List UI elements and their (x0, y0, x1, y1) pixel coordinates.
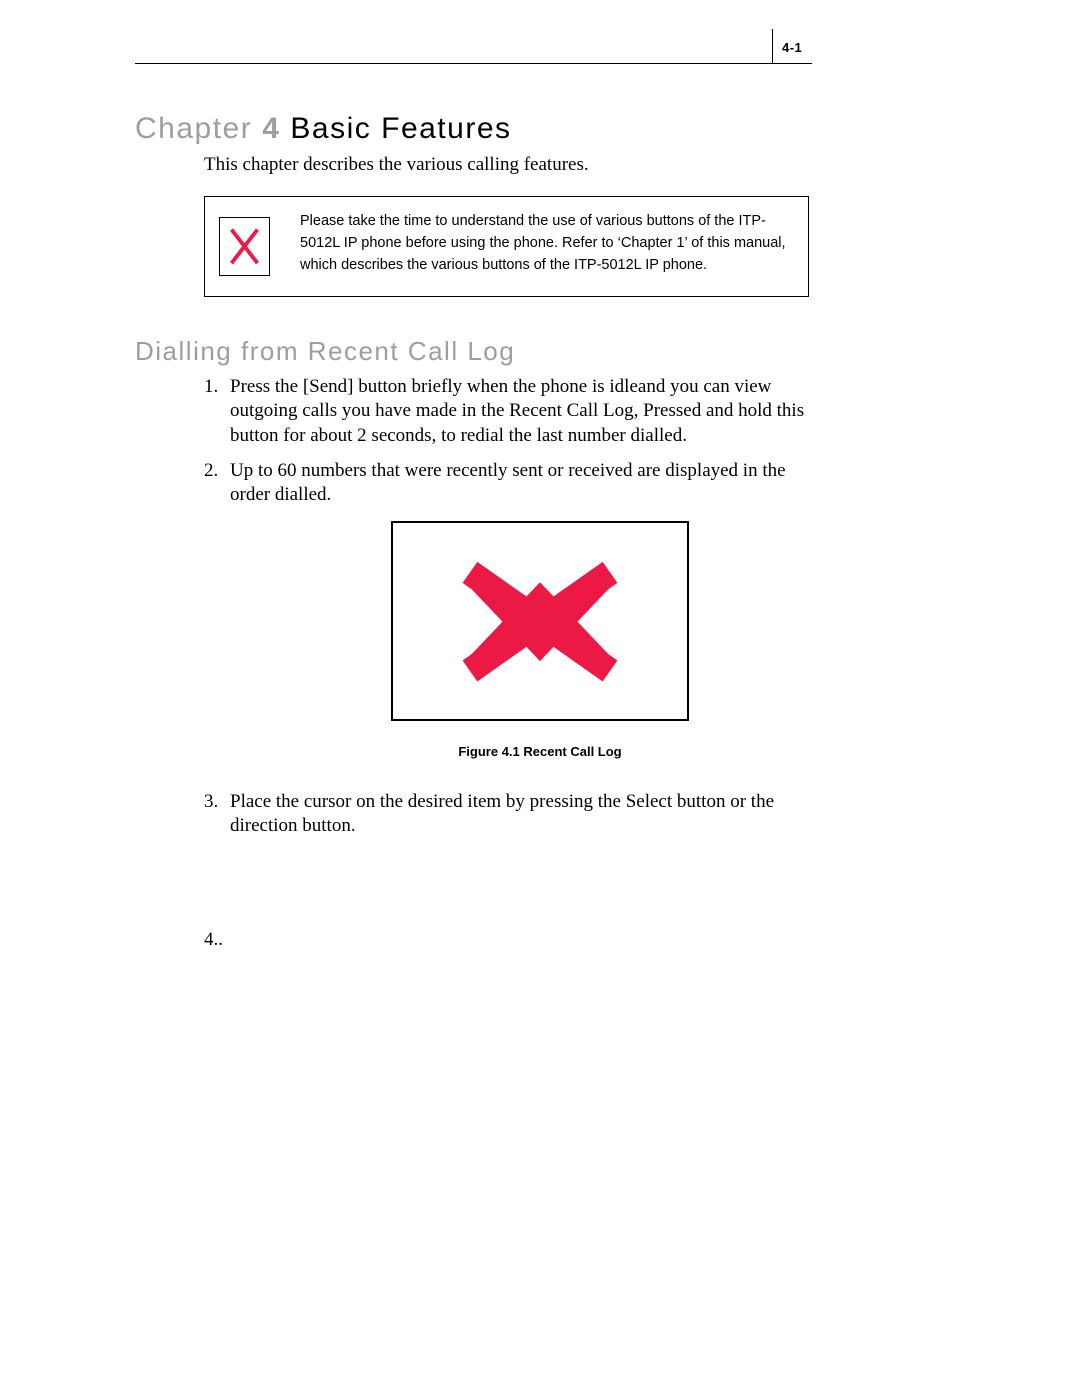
x-icon (219, 217, 270, 276)
header-divider (772, 29, 773, 64)
note-box: Please take the time to understand the u… (204, 196, 809, 297)
list-item: 1. Press the [Send] button briefly when … (204, 375, 824, 448)
note-icon-container (205, 197, 284, 296)
figure-caption: Figure 4.1 Recent Call Log (0, 744, 1080, 759)
list-text: Press the [Send] button briefly when the… (230, 375, 824, 448)
list-marker: 1. (204, 375, 218, 399)
chapter-intro: This chapter describes the various calli… (204, 154, 589, 176)
list-text: Place the cursor on the desired item by … (230, 790, 824, 839)
list-item: 3. Place the cursor on the desired item … (204, 790, 824, 839)
figure: Figure 4.1 Recent Call Log (0, 521, 1080, 759)
list-marker: 3. (204, 790, 218, 814)
list-item: 2. Up to 60 numbers that were recently s… (204, 459, 824, 508)
chapter-prefix: Chapter (135, 112, 252, 146)
document-page: 4-1 Chapter 4 Basic Features This chapte… (0, 0, 1080, 1397)
section-title: Dialling from Recent Call Log (135, 336, 515, 367)
note-text: Please take the time to understand the u… (284, 197, 808, 296)
page-number: 4-1 (782, 40, 802, 55)
figure-image-placeholder (391, 521, 689, 721)
chapter-number: 4 (262, 112, 280, 146)
list-text: Up to 60 numbers that were recently sent… (230, 459, 824, 508)
header-rule (135, 63, 812, 64)
list-marker: 2. (204, 459, 218, 483)
list-marker: 4.. (204, 928, 223, 952)
chapter-heading: Chapter 4 Basic Features (135, 112, 512, 146)
chapter-title: Basic Features (290, 112, 511, 146)
